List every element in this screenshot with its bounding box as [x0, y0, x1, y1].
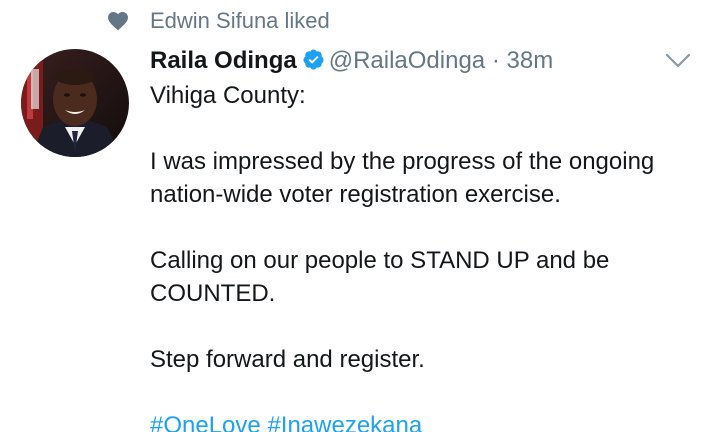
heart-icon	[108, 12, 128, 31]
tweet-text-line: I was impressed by the progress of the o…	[150, 148, 655, 175]
tweet-paragraph-1: I was impressed by the progress of the o…	[150, 145, 700, 211]
author-handle[interactable]: @RailaOdinga	[329, 47, 485, 74]
hashtag-link[interactable]: #OneLove	[150, 412, 261, 432]
verified-icon	[303, 49, 324, 70]
tweet-location-line: Vihiga County:	[150, 82, 306, 109]
social-context-text[interactable]: Edwin Sifuna liked	[150, 7, 330, 35]
tweet-header: Raila Odinga @RailaOdinga · 38m	[150, 46, 553, 78]
tweet-paragraph-3: Step forward and register.	[150, 343, 700, 376]
tweet-hashtags: #OneLove #Inawezekana	[150, 409, 700, 432]
separator-dot: ·	[491, 47, 500, 74]
tweet-text-line: COUNTED.	[150, 280, 276, 307]
author-name[interactable]: Raila Odinga	[150, 47, 297, 74]
social-context: Edwin Sifuna liked	[0, 0, 715, 40]
tweet-timestamp[interactable]: 38m	[507, 47, 554, 74]
tweet-text-line: Calling on our people to STAND UP and be	[150, 247, 610, 274]
tweet-paragraph-2: Calling on our people to STAND UP and be…	[150, 244, 700, 310]
tweet-text-line: nation-wide voter registration exercise.	[150, 181, 561, 208]
tweet-body: Vihiga County: I was impressed by the pr…	[150, 79, 700, 432]
avatar[interactable]	[21, 49, 129, 157]
tweet-text-line: Step forward and register.	[150, 346, 425, 373]
hashtag-link[interactable]: #Inawezekana	[267, 412, 422, 432]
chevron-down-icon[interactable]	[664, 51, 692, 71]
